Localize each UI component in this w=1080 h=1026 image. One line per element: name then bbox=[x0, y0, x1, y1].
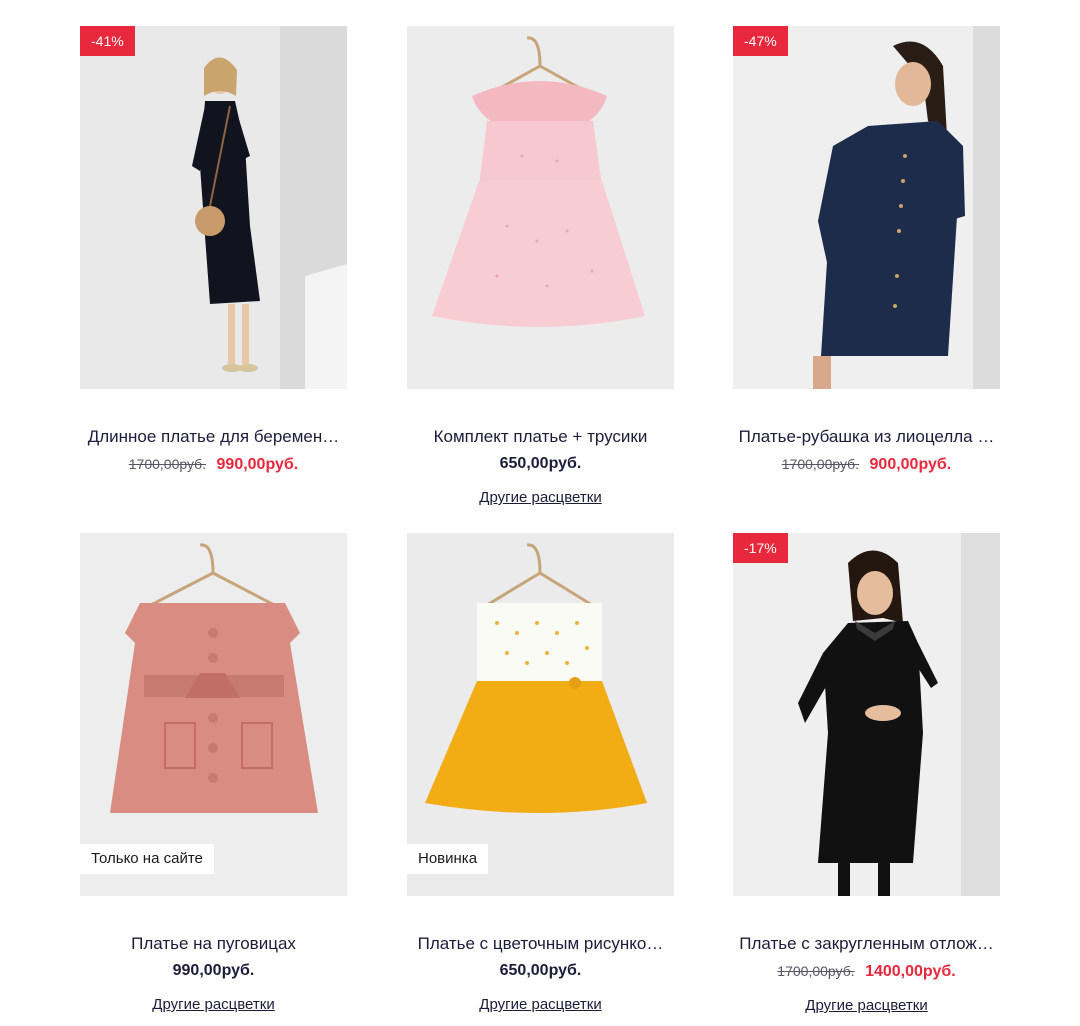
product-card[interactable]: -47% Платье-рубашка из лиоцелла … 1700,0… bbox=[733, 26, 1000, 475]
product-info: Платье на пуговицах 990,00руб. Другие ра… bbox=[80, 934, 347, 1014]
black-maternity-dress-photo-icon bbox=[80, 26, 347, 389]
product-card[interactable]: Новинка Платье с цветочным рисунко… 650,… bbox=[407, 533, 674, 1014]
product-image[interactable]: -41% bbox=[80, 26, 347, 389]
product-image[interactable]: -17% bbox=[733, 533, 1000, 896]
product-card[interactable]: Комплект платье + трусики 650,00руб. Дру… bbox=[407, 26, 674, 507]
price-row: 1700,00руб. 1400,00руб. bbox=[733, 961, 1000, 982]
product-title[interactable]: Платье-рубашка из лиоцелла … bbox=[733, 427, 1000, 449]
product-image[interactable]: -47% bbox=[733, 26, 1000, 389]
price-row: 1700,00руб. 990,00руб. bbox=[80, 454, 347, 475]
old-price: 1700,00руб. bbox=[781, 456, 860, 472]
price-row: 990,00руб. bbox=[80, 961, 347, 981]
sale-price: 900,00руб. bbox=[869, 456, 952, 473]
product-info: Длинное платье для беремен… 1700,00руб. … bbox=[80, 427, 347, 475]
other-colors-link[interactable]: Другие расцветки bbox=[479, 489, 601, 506]
rose-button-dress-photo-icon bbox=[80, 533, 347, 896]
product-image[interactable]: Только на сайте bbox=[80, 533, 347, 896]
product-title[interactable]: Платье с закругленным отлож… bbox=[733, 934, 1000, 956]
navy-shirt-dress-photo-icon bbox=[733, 26, 1000, 389]
product-title[interactable]: Длинное платье для беремен… bbox=[80, 427, 347, 449]
old-price: 1700,00руб. bbox=[777, 963, 855, 979]
discount-badge: -17% bbox=[733, 533, 788, 563]
discount-badge: -41% bbox=[80, 26, 135, 56]
price-row: 650,00руб. bbox=[407, 961, 674, 981]
product-title[interactable]: Комплект платье + трусики bbox=[407, 427, 674, 449]
product-grid: -41% Длинное платье для беремен… 1700,00… bbox=[0, 0, 1080, 1026]
yellow-white-dress-photo-icon bbox=[407, 533, 674, 896]
pink-girl-dress-photo-icon bbox=[407, 26, 674, 389]
product-info: Платье-рубашка из лиоцелла … 1700,00руб.… bbox=[733, 427, 1000, 475]
price-row: 650,00руб. bbox=[407, 454, 674, 474]
other-colors-link[interactable]: Другие расцветки bbox=[152, 996, 274, 1013]
old-price: 1700,00руб. bbox=[128, 456, 207, 472]
price-row: 1700,00руб. 900,00руб. bbox=[733, 454, 1000, 475]
product-info: Платье с цветочным рисунко… 650,00руб. Д… bbox=[407, 934, 674, 1014]
product-title[interactable]: Платье с цветочным рисунко… bbox=[407, 934, 674, 956]
other-colors-link[interactable]: Другие расцветки bbox=[479, 996, 601, 1013]
price: 650,00руб. bbox=[499, 455, 582, 472]
sale-price: 1400,00руб. bbox=[865, 963, 956, 980]
product-card[interactable]: Только на сайте Платье на пуговицах 990,… bbox=[80, 533, 347, 1014]
price: 990,00руб. bbox=[172, 962, 255, 979]
product-label-badge: Только на сайте bbox=[80, 844, 214, 874]
sale-price: 990,00руб. bbox=[216, 456, 299, 473]
product-info: Комплект платье + трусики 650,00руб. Дру… bbox=[407, 427, 674, 507]
product-image[interactable] bbox=[407, 26, 674, 389]
product-image[interactable]: Новинка bbox=[407, 533, 674, 896]
product-label-badge: Новинка bbox=[407, 844, 489, 874]
product-card[interactable]: -41% Длинное платье для беремен… 1700,00… bbox=[80, 26, 347, 475]
black-collar-dress-photo-icon bbox=[733, 533, 1000, 896]
product-title[interactable]: Платье на пуговицах bbox=[80, 934, 347, 956]
product-card[interactable]: -17% Платье с закругленным отлож… 1700,0… bbox=[733, 533, 1000, 1015]
other-colors-link[interactable]: Другие расцветки bbox=[805, 997, 927, 1014]
product-info: Платье с закругленным отлож… 1700,00руб.… bbox=[733, 934, 1000, 1015]
price: 650,00руб. bbox=[499, 962, 582, 979]
discount-badge: -47% bbox=[733, 26, 788, 56]
